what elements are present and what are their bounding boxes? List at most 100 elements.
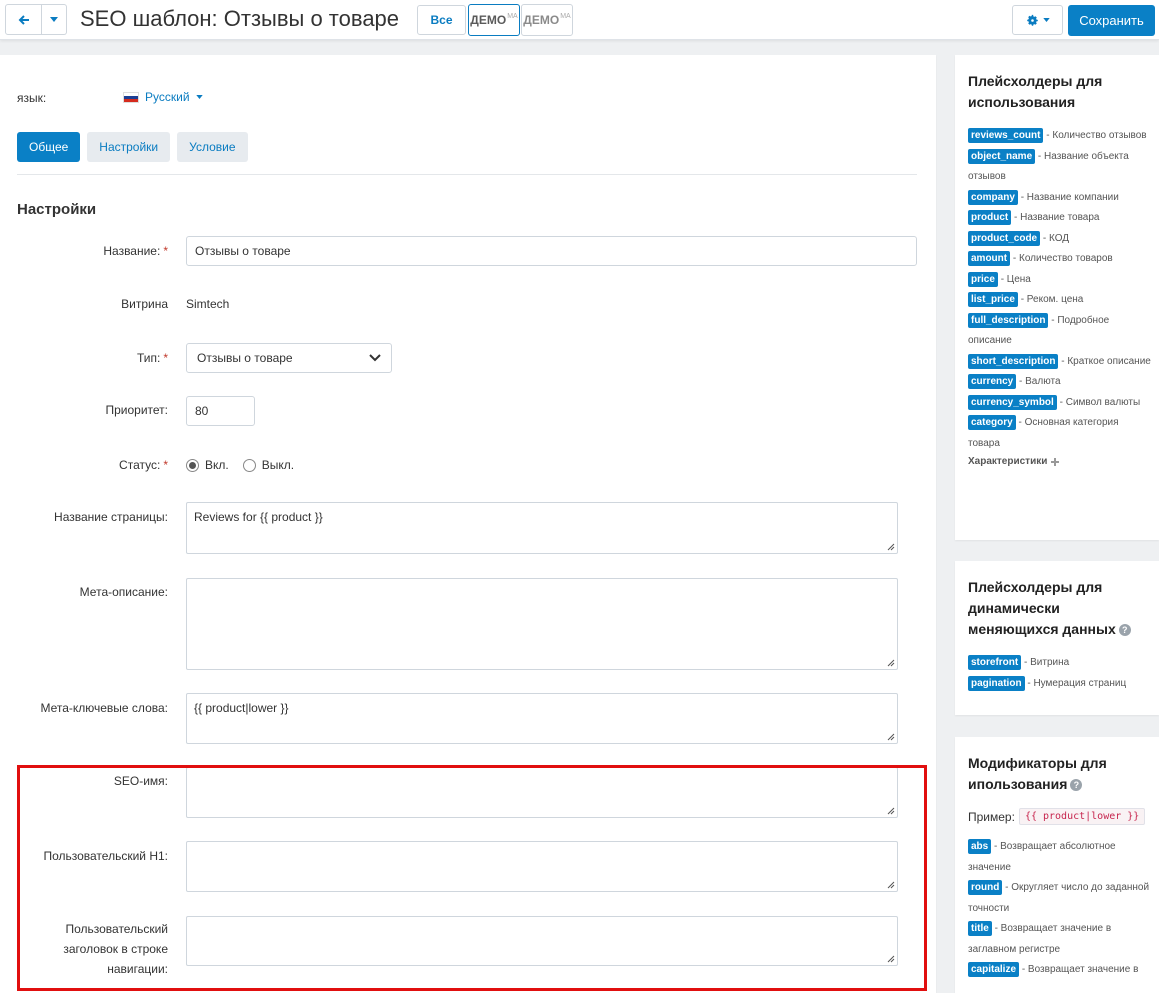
placeholder-item: short_description - Краткое описание <box>968 352 1151 373</box>
save-button[interactable]: Сохранить <box>1068 5 1155 36</box>
placeholder-item: full_description - Подробное описание <box>968 312 1110 346</box>
placeholder-tag[interactable]: reviews_count <box>968 128 1044 143</box>
placeholder-item: amount - Количество товаров <box>968 249 1151 270</box>
placeholders-panel: Плейсхолдеры для использования reviews_c… <box>955 55 1159 540</box>
placeholder-item: product_code - КОД <box>968 229 1151 250</box>
tab-general[interactable]: Общее <box>17 132 81 162</box>
placeholder-item: price - Цена <box>968 270 1151 291</box>
placeholder-tag[interactable]: currency <box>968 374 1017 389</box>
storefront-filter-all[interactable]: Все <box>417 5 466 35</box>
caret-down-icon <box>50 17 58 22</box>
placeholder-tag[interactable]: short_description <box>968 353 1059 369</box>
modifier-tag[interactable]: abs <box>968 839 992 854</box>
modifier-example: Пример: {{ product|lower }} <box>968 808 1151 825</box>
status-on-label: Вкл. <box>205 458 229 472</box>
placeholder-item: object_name - Название объекта отзывов <box>968 148 1129 182</box>
placeholder-tag[interactable]: product_code <box>968 230 1041 246</box>
name-input[interactable]: Отзывы о товаре <box>186 236 917 266</box>
placeholder-item: reviews_count - Количество отзывов <box>968 126 1151 147</box>
back-history-dropdown[interactable] <box>42 4 67 35</box>
placeholder-item: list_price - Реком. цена <box>968 290 1151 311</box>
priority-label: Приоритет: <box>105 403 168 417</box>
status-on-radio[interactable] <box>186 458 199 472</box>
placeholder-item: currency - Валюта <box>968 372 1151 393</box>
highlight-annotation-box <box>17 765 927 991</box>
language-selector[interactable]: Русский <box>123 90 203 104</box>
language-label: язык: <box>17 91 47 105</box>
caret-down-icon <box>1042 18 1050 22</box>
placeholder-tag[interactable]: amount <box>968 251 1011 266</box>
plus-icon <box>1051 457 1060 466</box>
type-label: Тип: * <box>136 351 168 365</box>
placeholder-tag[interactable]: price <box>968 271 998 287</box>
type-select-value: Отзывы о товаре <box>197 351 293 365</box>
page-title-textarea[interactable]: Reviews for {{ product }} <box>186 502 898 554</box>
resize-grip-icon[interactable] <box>886 732 895 741</box>
placeholder-tag[interactable]: company <box>968 189 1018 205</box>
status-label: Статус: * <box>119 458 168 472</box>
modifier-tag[interactable]: title <box>968 921 992 936</box>
modifier-item: capitalize - Возвращает значение в <box>968 960 1151 981</box>
placeholder-item: company - Название компании <box>968 188 1151 209</box>
placeholder-tag[interactable]: object_name <box>968 148 1036 164</box>
modifier-example-code: {{ product|lower }} <box>1018 808 1146 825</box>
resize-grip-icon[interactable] <box>886 542 895 551</box>
demo-label: ДЕМО <box>523 13 560 27</box>
placeholder-item: storefront - Витрина <box>968 653 1151 674</box>
arrow-left-icon <box>18 14 29 25</box>
tab-condition[interactable]: Условие <box>177 132 248 162</box>
placeholders-title: Плейсхолдеры для использования <box>968 73 1103 110</box>
placeholder-item: pagination - Нумерация страниц <box>968 674 1151 695</box>
page-title: SEO шаблон: Отзывы о товаре <box>80 6 400 31</box>
modifier-tag[interactable]: capitalize <box>968 962 1020 977</box>
help-icon[interactable]: ? <box>1070 779 1083 792</box>
placeholder-tag[interactable]: storefront <box>968 655 1022 670</box>
placeholder-tag[interactable]: product <box>968 210 1012 225</box>
meta-description-textarea[interactable] <box>186 578 898 670</box>
priority-input[interactable]: 80 <box>186 396 255 426</box>
placeholder-tag[interactable]: category <box>968 415 1016 430</box>
dynamic-placeholders-title: Плейсхолдеры для динамически меняющихся … <box>968 577 1151 640</box>
demo-label: ДЕМО <box>470 13 507 27</box>
top-toolbar: SEO шаблон: Отзывы о товаре Все ДЕМО MA Д… <box>0 0 1159 40</box>
modifiers-panel: Модификаторы для ипользования? Пример: {… <box>955 737 1159 993</box>
meta-keywords-textarea[interactable]: {{ product|lower }} <box>186 693 898 744</box>
tabs-divider <box>17 174 917 175</box>
tabs: Общее Настройки Условие <box>17 132 248 162</box>
modifiers-title: Модификаторы для ипользования? <box>968 755 1107 792</box>
placeholder-item: product - Название товара <box>968 208 1151 229</box>
section-title: Настройки <box>17 201 97 218</box>
caret-down-icon <box>195 95 203 99</box>
modifier-item: round - Округляет число до заданной точн… <box>968 880 1150 914</box>
back-button[interactable] <box>5 4 42 35</box>
status-off-radio[interactable] <box>242 458 256 472</box>
modifier-tag[interactable]: round <box>968 880 1003 895</box>
placeholder-tag[interactable]: pagination <box>968 675 1025 691</box>
help-icon[interactable]: ? <box>1118 624 1131 637</box>
tab-settings[interactable]: Настройки <box>87 132 171 162</box>
placeholder-item: category - Основная категория товара <box>968 415 1119 449</box>
name-label: Название: * <box>103 244 168 258</box>
placeholder-tag[interactable]: full_description <box>968 312 1049 328</box>
meta-description-label: Мета-описание: <box>79 585 168 599</box>
storefront-filter-demo-2[interactable]: ДЕМО MA <box>521 4 573 36</box>
settings-dropdown-button[interactable] <box>1012 5 1063 35</box>
storefront-value: Simtech <box>186 297 230 311</box>
placeholder-tag[interactable]: list_price <box>968 292 1018 307</box>
modifier-item: abs - Возвращает абсолютное значение <box>968 839 1116 873</box>
demo-sup: MA <box>507 12 518 20</box>
russia-flag-icon <box>123 91 139 103</box>
status-radio-group: Вкл. Выкл. <box>186 458 294 472</box>
modifier-item: title - Возвращает значение в заглавном … <box>968 921 1112 955</box>
meta-keywords-label: Мета-ключевые слова: <box>40 701 168 715</box>
resize-grip-icon[interactable] <box>886 658 895 667</box>
placeholder-tag[interactable]: currency_symbol <box>968 394 1057 410</box>
type-select[interactable]: Отзывы о товаре <box>186 343 392 373</box>
storefront-label: Витрина <box>121 297 168 311</box>
features-expand-toggle[interactable]: Характеристики <box>968 456 1151 467</box>
demo-sup: MA <box>560 12 571 20</box>
storefront-filter-demo-1[interactable]: ДЕМО MA <box>468 4 520 36</box>
back-button-group <box>5 4 67 35</box>
status-off-label: Выкл. <box>261 458 295 472</box>
gear-icon <box>1026 14 1038 26</box>
